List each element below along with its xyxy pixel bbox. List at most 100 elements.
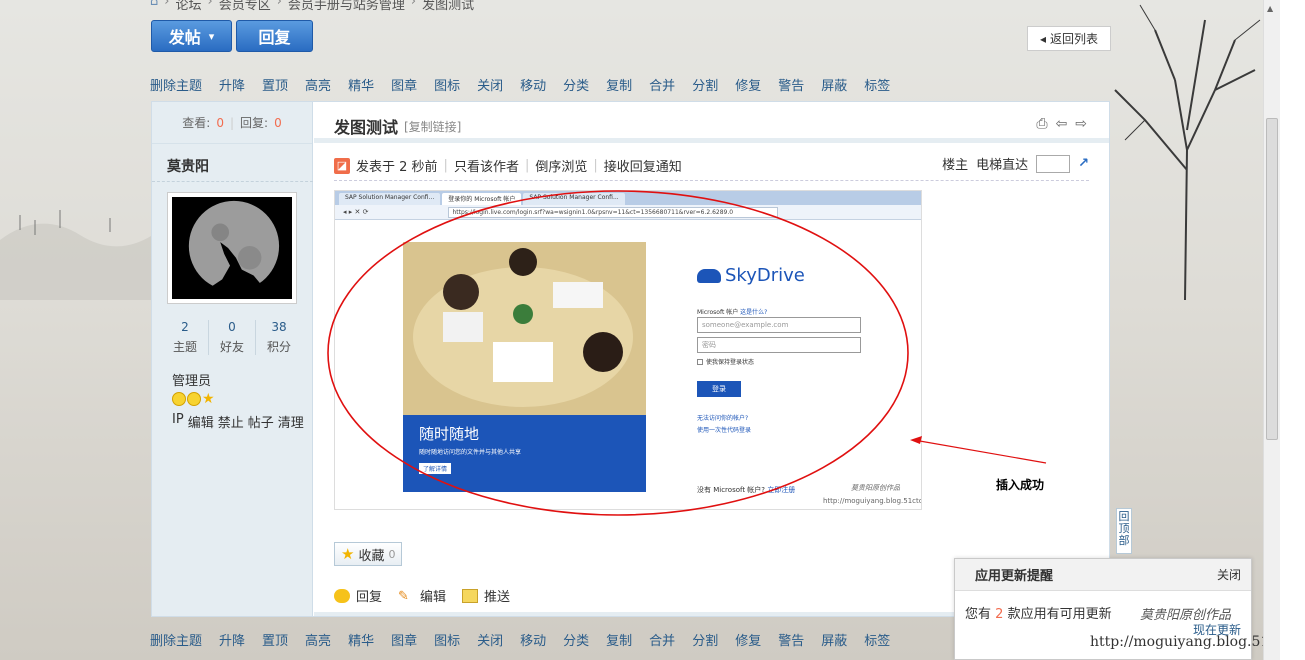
smiley-icon xyxy=(172,392,186,406)
author-name[interactable]: 莫贵阳 xyxy=(167,156,209,176)
mod-repair[interactable]: 修复 xyxy=(735,630,761,649)
mod-split[interactable]: 分割 xyxy=(692,630,718,649)
pencil-icon: ✎ xyxy=(398,588,409,604)
mod-close[interactable]: 关闭 xyxy=(477,630,503,649)
mod-digest[interactable]: 精华 xyxy=(348,630,374,649)
mod-stick[interactable]: 置顶 xyxy=(262,630,288,649)
mod-delete[interactable]: 删除主题 xyxy=(150,75,202,94)
mod-merge[interactable]: 合并 xyxy=(649,75,675,94)
mod-bump[interactable]: 升降 xyxy=(219,75,245,94)
mod-delete[interactable]: 删除主题 xyxy=(150,630,202,649)
background-hills-illustration xyxy=(0,210,160,300)
notice-close-button[interactable]: 关闭 xyxy=(1217,566,1241,583)
reply-button[interactable]: 回复 xyxy=(236,20,313,52)
mod-move[interactable]: 移动 xyxy=(520,630,546,649)
admin-ip-link[interactable]: IP xyxy=(172,412,184,431)
user-role[interactable]: 管理员 xyxy=(172,370,211,389)
mod-stick[interactable]: 置顶 xyxy=(262,75,288,94)
mod-icon[interactable]: 图标 xyxy=(434,75,460,94)
document-icon xyxy=(462,588,479,603)
thread-tools: ⎙ ⇦ ⇨ xyxy=(1036,116,1087,132)
floor-info: 楼主 电梯直达 ↗ xyxy=(942,154,1089,173)
previous-thread-icon[interactable]: ⇦ xyxy=(1056,116,1068,132)
mod-merge[interactable]: 合并 xyxy=(649,630,675,649)
home-icon[interactable]: ⌂ xyxy=(150,0,158,10)
speech-bubble-icon xyxy=(334,588,350,603)
background-tree-illustration xyxy=(1114,4,1261,300)
mod-tag[interactable]: 标签 xyxy=(864,630,890,649)
user-thread-count[interactable]: 2 主题 xyxy=(162,320,209,355)
edit-action[interactable]: ✎ 编辑 xyxy=(398,586,446,606)
page-scrollbar[interactable]: ▲ xyxy=(1263,0,1280,660)
push-action[interactable]: 推送 xyxy=(462,586,510,605)
reply-notify-link[interactable]: 接收回复通知 xyxy=(604,156,682,175)
arrow-left-icon: ◂ xyxy=(1039,31,1046,46)
breadcrumb-forum[interactable]: 论坛 xyxy=(175,0,201,13)
admin-clean-link[interactable]: 清理 xyxy=(278,412,304,431)
mod-copy[interactable]: 复制 xyxy=(606,630,632,649)
mod-copy[interactable]: 复制 xyxy=(606,75,632,94)
mod-highlight[interactable]: 高亮 xyxy=(305,75,331,94)
new-post-button[interactable]: 发帖 ▾ xyxy=(151,20,232,52)
breadcrumb: ⌂ › 论坛 › 会员专区 › 会员手册与站务管理 › 发图测试 xyxy=(150,0,474,13)
mod-ban[interactable]: 屏蔽 xyxy=(821,75,847,94)
post-meta: ◪ 发表于 2 秒前 | 只看该作者 | 倒序浏览 | 接收回复通知 xyxy=(334,156,682,175)
update-count: 2 xyxy=(995,607,1004,622)
go-icon[interactable]: ↗ xyxy=(1078,156,1089,171)
reply-action[interactable]: 回复 xyxy=(334,586,382,605)
mod-stamp[interactable]: 图章 xyxy=(391,75,417,94)
user-points[interactable]: 38 积分 xyxy=(256,320,302,355)
mod-split[interactable]: 分割 xyxy=(692,75,718,94)
moderation-toolbar-bottom: 删除主题 升降 置顶 高亮 精华 图章 图标 关闭 移动 分类 复制 合并 分割… xyxy=(150,630,907,649)
author-sidebar: 查看: 0 | 回复: 0 莫贵阳 2主题 0好友 38积分 管理员 ★ xyxy=(152,102,313,616)
mod-category[interactable]: 分类 xyxy=(563,75,589,94)
user-counts: 2 主题 0 好友 38 积分 xyxy=(162,320,302,355)
mod-bump[interactable]: 升降 xyxy=(219,630,245,649)
mod-ban[interactable]: 屏蔽 xyxy=(821,630,847,649)
breadcrumb-member-handbook[interactable]: 会员手册与站务管理 xyxy=(288,0,405,13)
user-rank-icons: ★ xyxy=(172,392,216,406)
mod-warn[interactable]: 警告 xyxy=(778,75,804,94)
mod-repair[interactable]: 修复 xyxy=(735,75,761,94)
admin-posts-link[interactable]: 帖子 xyxy=(248,412,274,431)
elevator-label: 电梯直达 xyxy=(976,158,1029,173)
notice-title: 应用更新提醒 xyxy=(975,569,1054,584)
thread-stats: 查看: 0 | 回复: 0 xyxy=(152,102,312,144)
smiley-icon xyxy=(187,392,201,406)
avatar[interactable] xyxy=(167,192,297,304)
reply-count: 0 xyxy=(274,115,282,130)
floor-jump-input[interactable] xyxy=(1036,154,1071,173)
author-avatar-icon: ◪ xyxy=(334,157,350,174)
back-to-top-button[interactable]: 回顶部 xyxy=(1116,508,1132,554)
admin-ban-link[interactable]: 禁止 xyxy=(218,412,244,431)
post-actions: 回复 ✎ 编辑 推送 xyxy=(334,586,510,605)
mod-icon[interactable]: 图标 xyxy=(434,630,460,649)
annotation-label: 插入成功 xyxy=(996,478,1045,492)
mod-highlight[interactable]: 高亮 xyxy=(305,630,331,649)
print-icon[interactable]: ⎙ xyxy=(1036,116,1047,132)
wolf-moon-avatar-image xyxy=(172,197,292,299)
moderation-toolbar-top: 删除主题 升降 置顶 高亮 精华 图章 图标 关闭 移动 分类 复制 合并 分割… xyxy=(150,75,907,94)
favorite-button[interactable]: ★ 收藏 0 xyxy=(334,542,403,566)
reverse-order-link[interactable]: 倒序浏览 xyxy=(535,156,587,175)
only-author-link[interactable]: 只看该作者 xyxy=(454,156,519,175)
post-main: 发图测试 [复制链接] ⎙ ⇦ ⇨ ◪ 发表于 2 秒前 | 只看该作者 | 倒… xyxy=(314,102,1109,616)
breadcrumb-member-zone[interactable]: 会员专区 xyxy=(219,0,271,13)
mod-stamp[interactable]: 图章 xyxy=(391,630,417,649)
chevron-down-icon: ▾ xyxy=(208,29,215,43)
admin-edit-link[interactable]: 编辑 xyxy=(188,412,214,431)
star-icon: ★ xyxy=(341,545,355,563)
mod-close[interactable]: 关闭 xyxy=(477,75,503,94)
mod-tag[interactable]: 标签 xyxy=(864,75,890,94)
mod-category[interactable]: 分类 xyxy=(563,630,589,649)
breadcrumb-current[interactable]: 发图测试 xyxy=(422,0,474,13)
user-friend-count[interactable]: 0 好友 xyxy=(209,320,256,355)
back-to-list-button[interactable]: ◂ 返回列表 xyxy=(1027,26,1111,51)
mod-warn[interactable]: 警告 xyxy=(778,630,804,649)
scrollbar-thumb[interactable] xyxy=(1266,118,1278,440)
next-thread-icon[interactable]: ⇨ xyxy=(1075,116,1087,132)
mod-digest[interactable]: 精华 xyxy=(348,75,374,94)
copy-link[interactable]: [复制链接] xyxy=(404,118,461,135)
mod-move[interactable]: 移动 xyxy=(520,75,546,94)
scroll-up-icon[interactable]: ▲ xyxy=(1267,4,1273,13)
